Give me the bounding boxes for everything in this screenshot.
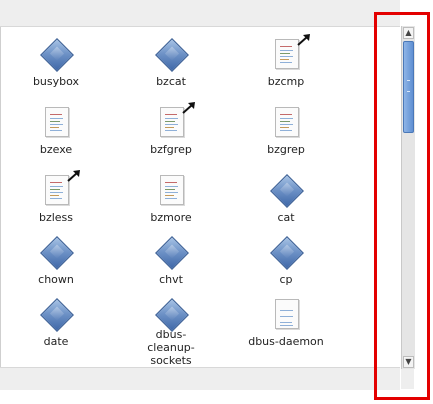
executable-icon xyxy=(155,37,189,72)
executable-icon xyxy=(40,235,74,270)
file-item-dbus-daemon[interactable]: dbus-daemon xyxy=(231,287,341,367)
file-item-chvt[interactable]: chvt xyxy=(111,225,231,287)
file-label: bzgrep xyxy=(267,143,305,156)
executable-icon xyxy=(270,235,304,270)
file-label: bzcat xyxy=(156,75,186,88)
toolbar-strip xyxy=(0,0,400,27)
document-icon xyxy=(40,105,72,139)
executable-icon xyxy=(270,173,304,208)
symlink-arrow-icon xyxy=(67,170,80,182)
executable-icon xyxy=(155,235,189,270)
symlink-document-icon xyxy=(155,102,195,139)
file-item-cp[interactable]: cp xyxy=(231,225,341,287)
file-label: bzmore xyxy=(150,211,192,224)
file-item-busybox[interactable]: busybox xyxy=(1,27,111,95)
executable-icon xyxy=(155,297,189,332)
file-item-bzmore[interactable]: bzmore xyxy=(111,163,231,225)
document-icon xyxy=(270,297,302,331)
file-item-chown[interactable]: chown xyxy=(1,225,111,287)
symlink-document-icon xyxy=(40,170,80,207)
file-item-bzgrep[interactable]: bzgrep xyxy=(231,95,341,163)
file-item-date[interactable]: date xyxy=(1,287,111,367)
file-label: cp xyxy=(279,273,293,286)
file-item-bzexe[interactable]: bzexe xyxy=(1,95,111,163)
file-label: dbus-cleanup-sockets xyxy=(147,328,195,367)
file-label: dbus-daemon xyxy=(248,335,324,348)
file-label: bzcmp xyxy=(267,75,305,88)
file-label: cat xyxy=(277,211,295,224)
executable-icon xyxy=(40,297,74,332)
file-label: bzless xyxy=(38,211,74,224)
file-view: busybox bzcat bzcmp bzexe bzfgrep bzgrep… xyxy=(0,27,401,367)
file-label: chown xyxy=(38,273,74,286)
symlink-arrow-icon xyxy=(297,34,310,46)
status-strip xyxy=(0,367,400,390)
file-label: date xyxy=(43,335,69,348)
file-item-dbus-cleanup-sockets[interactable]: dbus-cleanup-sockets xyxy=(111,287,231,367)
document-icon xyxy=(270,105,302,139)
file-label: chvt xyxy=(159,273,183,286)
highlight-box xyxy=(374,12,430,400)
file-label: busybox xyxy=(32,75,80,88)
file-label: bzexe xyxy=(39,143,73,156)
file-item-cat[interactable]: cat xyxy=(231,163,341,225)
symlink-document-icon xyxy=(270,34,310,71)
file-item-bzcat[interactable]: bzcat xyxy=(111,27,231,95)
icon-grid: busybox bzcat bzcmp bzexe bzfgrep bzgrep… xyxy=(1,27,401,367)
executable-icon xyxy=(40,37,74,72)
file-label: bzfgrep xyxy=(150,143,192,156)
document-icon xyxy=(155,173,187,207)
file-item-bzless[interactable]: bzless xyxy=(1,163,111,225)
file-item-bzfgrep[interactable]: bzfgrep xyxy=(111,95,231,163)
file-item-bzcmp[interactable]: bzcmp xyxy=(231,27,341,95)
symlink-arrow-icon xyxy=(182,102,195,114)
